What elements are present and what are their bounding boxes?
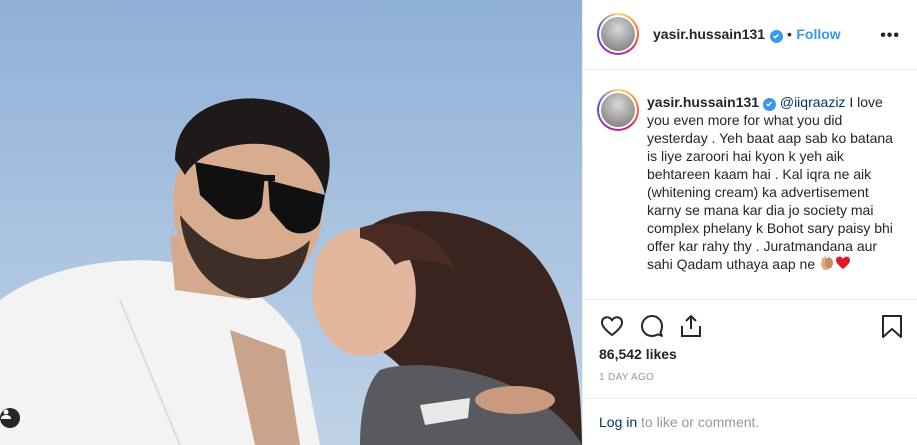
caption-avatar[interactable] [597, 89, 639, 131]
likes-count[interactable]: 86,542 likes [599, 346, 677, 362]
login-prompt: Log in to like or comment. [583, 398, 917, 445]
user-tag-icon[interactable] [0, 408, 20, 428]
login-link[interactable]: Log in [599, 414, 637, 430]
caption-text: I love you even more for what you did ye… [647, 94, 893, 272]
post-timestamp[interactable]: 1 DAY AGO [599, 372, 654, 383]
more-options-icon[interactable]: ••• [880, 27, 900, 45]
verified-badge-icon [769, 29, 783, 43]
avatar-image [601, 17, 635, 51]
bookmark-icon[interactable] [879, 313, 905, 339]
post-caption: yasir.hussain131 @iiqraaziz I love you e… [647, 93, 905, 275]
photo-illustration [0, 98, 582, 445]
login-prompt-text: to like or comment. [637, 414, 760, 430]
post-details-panel: yasir.hussain131 • Follow ••• yasir.huss… [582, 0, 917, 445]
clapping-hands-icon [819, 255, 835, 275]
red-heart-icon [835, 255, 851, 275]
comments-section: yasir.hussain131 @iiqraaziz I love you e… [583, 71, 917, 299]
caption-verified-badge-icon [762, 97, 776, 111]
post-photo[interactable] [0, 0, 582, 445]
header-user-row: yasir.hussain131 • Follow [653, 26, 841, 44]
separator-dot: • [786, 26, 792, 42]
post-header: yasir.hussain131 • Follow ••• [583, 0, 917, 70]
heart-icon[interactable] [599, 313, 625, 339]
author-avatar[interactable] [597, 13, 639, 55]
post-actions: 86,542 likes 1 DAY AGO Log in to like or… [583, 299, 917, 444]
share-icon[interactable] [678, 313, 704, 339]
caption-username[interactable]: yasir.hussain131 [647, 94, 759, 110]
caption-mention-link[interactable]: @iiqraaziz [780, 94, 846, 110]
follow-button[interactable]: Follow [796, 26, 840, 42]
author-username[interactable]: yasir.hussain131 [653, 26, 765, 42]
comment-icon[interactable] [639, 313, 665, 339]
caption-avatar-image [601, 93, 635, 127]
